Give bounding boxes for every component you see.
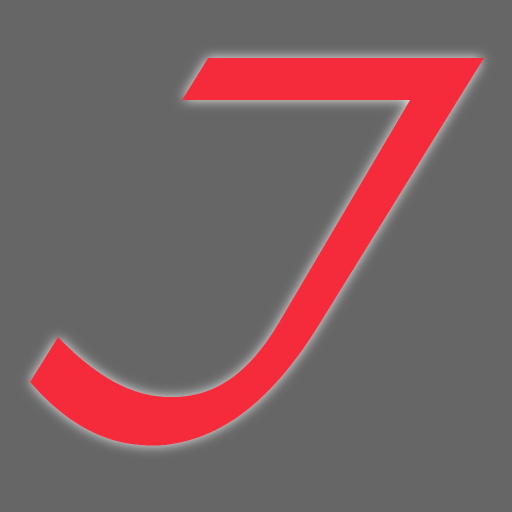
icon-canvas [0,0,512,512]
j-glyph [30,58,484,446]
stylized-j-logo-icon [30,58,484,446]
